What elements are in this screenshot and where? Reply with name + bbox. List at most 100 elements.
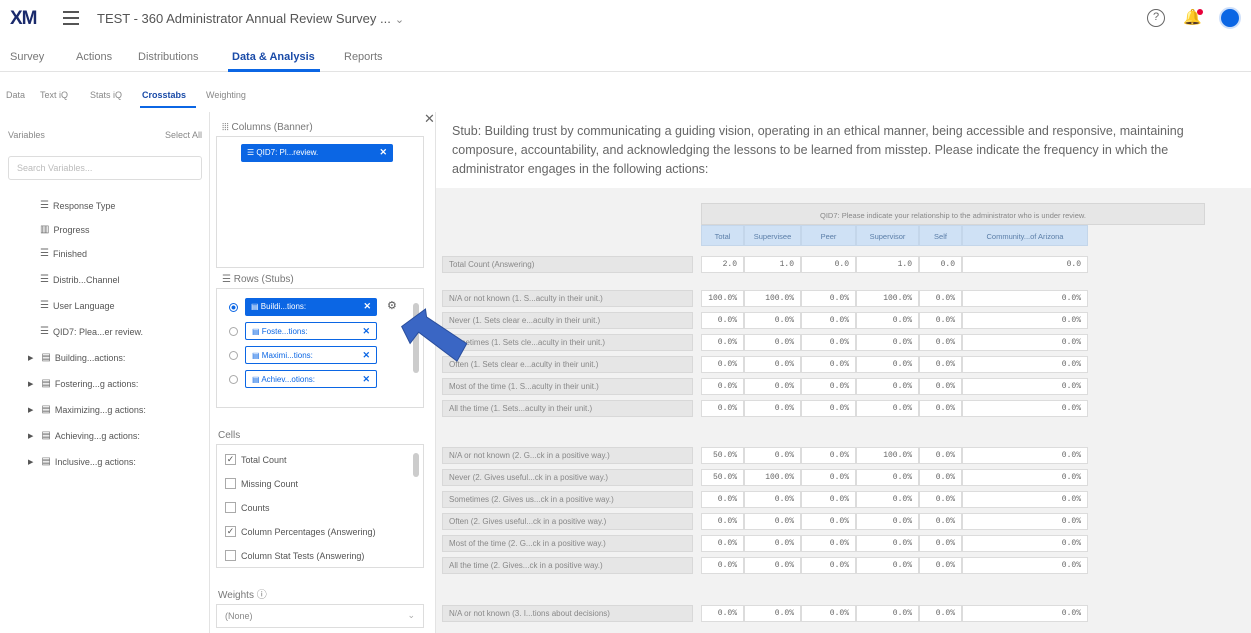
tab-actions[interactable]: Actions (76, 51, 112, 63)
tab-distributions[interactable]: Distributions (138, 51, 199, 63)
table-cell: 0.0% (919, 605, 962, 622)
survey-title-dropdown[interactable]: TEST - 360 Administrator Annual Review S… (97, 11, 404, 26)
tab-data-analysis[interactable]: Data & Analysis (232, 51, 315, 63)
table-cell: 0.0% (919, 334, 962, 351)
expand-arrow-icon[interactable]: ▶ (28, 406, 33, 414)
hamburger-menu-icon[interactable] (63, 11, 79, 29)
expand-arrow-icon[interactable]: ▶ (28, 432, 33, 440)
top-bar: XM TEST - 360 Administrator Annual Revie… (0, 0, 1251, 38)
table-cell: 0.0% (701, 400, 744, 417)
tab-survey[interactable]: Survey (10, 51, 44, 63)
row-chip[interactable]: ▤ Maximi...tions: ✕ (245, 346, 377, 364)
select-all-link[interactable]: Select All (165, 130, 202, 140)
variable-group[interactable]: ▶ ▤ Maximizing...g actions: (28, 404, 146, 415)
table-cell: 0.0% (701, 491, 744, 508)
subtab-crosstabs[interactable]: Crosstabs (142, 90, 186, 100)
variable-item[interactable]: ☰ Finished (40, 248, 87, 259)
remove-icon[interactable]: ✕ (379, 147, 387, 158)
remove-icon[interactable]: ✕ (363, 301, 371, 312)
matrix-icon: ▤ (41, 404, 51, 415)
cell-option[interactable]: ✓ Total Count (225, 454, 287, 465)
table-cell: 0.0% (701, 378, 744, 395)
variable-group[interactable]: ▶ ▤ Building...actions: (28, 352, 125, 363)
row-chip[interactable]: ▤ Buildi...tions: ✕ (245, 298, 377, 316)
column-chip[interactable]: ☰ QID7: Pl...review. ✕ (241, 144, 393, 162)
active-tab-indicator (228, 69, 320, 72)
table-cell: 0.0 (801, 256, 856, 273)
expand-arrow-icon[interactable]: ▶ (28, 380, 33, 388)
row-chip[interactable]: ▤ Achiev...otions: ✕ (245, 370, 377, 388)
checkbox[interactable] (225, 550, 236, 561)
list-icon: ☰ (40, 326, 49, 337)
weights-select[interactable]: (None) ⌄ (216, 604, 424, 628)
variables-panel: Variables Select All Search Variables...… (0, 112, 210, 633)
remove-icon[interactable]: ✕ (362, 326, 370, 337)
bell-icon[interactable]: 🔔 (1183, 9, 1203, 27)
row-label: Never (2. Gives useful...ck in a positiv… (442, 469, 693, 486)
table-cell: 50.0% (701, 447, 744, 464)
table-cell: 100.0% (856, 447, 919, 464)
table-cell: 0.0% (801, 378, 856, 395)
row-radio[interactable] (229, 375, 238, 384)
close-panel-icon[interactable]: ✕ (424, 111, 435, 127)
banner-header: QID7: Please indicate your relationship … (701, 203, 1205, 225)
row-radio[interactable] (229, 327, 238, 336)
cells-scrollbar[interactable] (413, 453, 419, 477)
columns-dropzone[interactable]: ☰ QID7: Pl...review. ✕ (216, 136, 424, 268)
table-cell: 0.0% (919, 491, 962, 508)
columns-title: ⦙⦙⦙ Columns (Banner) (222, 122, 313, 133)
info-icon[interactable]: ⓘ (257, 590, 267, 601)
avatar[interactable] (1219, 7, 1241, 29)
subtab-text-iq[interactable]: Text iQ (40, 90, 68, 100)
row-radio[interactable] (229, 351, 238, 360)
remove-icon[interactable]: ✕ (362, 374, 370, 385)
row-chip[interactable]: ▤ Foste...tions: ✕ (245, 322, 377, 340)
expand-arrow-icon[interactable]: ▶ (28, 458, 33, 466)
remove-icon[interactable]: ✕ (362, 350, 370, 361)
rows-dropzone[interactable]: ▤ Buildi...tions: ✕ ⚙ ▤ Foste...tions: ✕ ▤… (216, 288, 424, 408)
variable-group[interactable]: ▶ ▤ Fostering...g actions: (28, 378, 138, 389)
table-cell: 0.0% (962, 469, 1088, 486)
table-cell: 0.0% (801, 312, 856, 329)
tab-reports[interactable]: Reports (344, 51, 383, 63)
search-variables-input[interactable]: Search Variables... (8, 156, 202, 180)
subtab-stats-iq[interactable]: Stats iQ (90, 90, 122, 100)
matrix-icon: ▤ (41, 430, 51, 441)
row-radio[interactable] (229, 303, 238, 312)
checkbox-checked[interactable]: ✓ (225, 454, 236, 465)
table-cell: 0.0% (919, 290, 962, 307)
cell-option[interactable]: Column Stat Tests (Answering) (225, 550, 364, 561)
help-icon[interactable]: ? (1147, 9, 1165, 27)
table-cell: 0.0% (701, 312, 744, 329)
table-cell: 0.0% (701, 513, 744, 530)
variable-item[interactable]: ☰ User Language (40, 300, 115, 311)
column-header: Total (701, 225, 744, 246)
gear-icon[interactable]: ⚙ (387, 299, 397, 312)
variable-item[interactable]: ▥ Progress (40, 224, 89, 235)
column-header: Supervisee (744, 225, 801, 246)
xm-logo[interactable]: XM (10, 8, 37, 30)
checkbox[interactable] (225, 478, 236, 489)
subtab-weighting[interactable]: Weighting (206, 90, 246, 100)
cell-option[interactable]: Missing Count (225, 478, 298, 489)
checkbox-checked[interactable]: ✓ (225, 526, 236, 537)
table-cell: 0.0% (919, 469, 962, 486)
active-subtab-indicator (140, 106, 196, 108)
table-cell: 0.0% (919, 447, 962, 464)
variable-item[interactable]: ☰ Distrib...Channel (40, 274, 120, 285)
subtab-data[interactable]: Data (6, 90, 25, 100)
expand-arrow-icon[interactable]: ▶ (28, 354, 33, 362)
notification-dot (1197, 9, 1203, 15)
cell-option[interactable]: Counts (225, 502, 270, 513)
variable-item[interactable]: ☰ Response Type (40, 200, 115, 211)
list-icon: ☰ (40, 274, 49, 285)
variable-group[interactable]: ▶ ▤ Achieving...g actions: (28, 430, 140, 441)
table-cell: 0.0 (919, 256, 962, 273)
checkbox[interactable] (225, 502, 236, 513)
cell-option[interactable]: ✓ Column Percentages (Answering) (225, 526, 376, 537)
matrix-icon: ▤ (41, 456, 51, 467)
variable-item[interactable]: ☰ QID7: Plea...er review. (40, 326, 143, 337)
row-label: Sometimes (1. Sets cle...aculty in their… (442, 334, 693, 351)
variables-title: Variables (8, 130, 45, 140)
variable-group[interactable]: ▶ ▤ Inclusive...g actions: (28, 456, 136, 467)
